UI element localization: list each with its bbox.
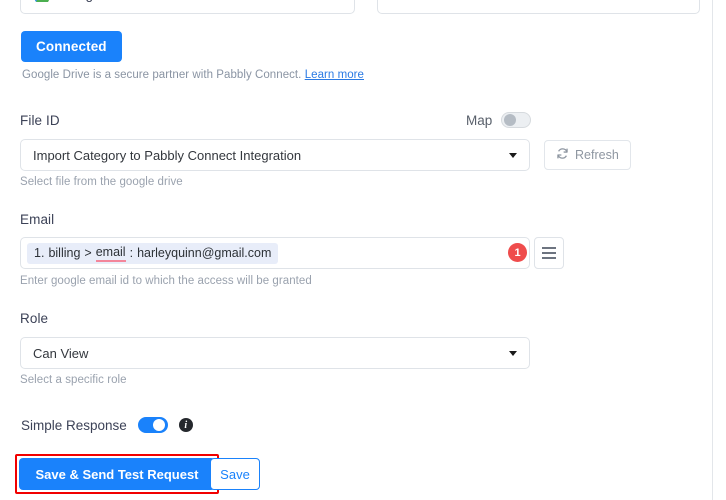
google-drive-icon — [33, 0, 51, 2]
token-key: email — [95, 245, 126, 262]
hamburger-icon — [542, 247, 556, 249]
simple-response-label: Simple Response — [21, 417, 127, 433]
simple-response-group: Simple Response i — [21, 417, 193, 433]
token-value: harleyquinn@gmail.com — [137, 246, 272, 260]
token-colon: : — [129, 246, 134, 260]
role-select-value: Can View — [33, 345, 89, 361]
email-label: Email — [20, 212, 55, 227]
map-label: Map — [466, 112, 493, 128]
app-action-row: Google Drive Share a File — [20, 0, 700, 14]
file-id-select-value: Import Category to Pabbly Connect Integr… — [33, 147, 302, 163]
learn-more-link[interactable]: Learn more — [305, 69, 364, 81]
app-select-value: Google Drive — [60, 0, 139, 2]
save-button[interactable]: Save — [210, 458, 260, 490]
token-source: billing — [48, 246, 81, 260]
email-count-badge: 1 — [508, 243, 527, 262]
map-toggle[interactable] — [501, 112, 532, 128]
action-event-value: Share a File — [390, 0, 463, 2]
role-label: Role — [20, 311, 49, 326]
action-event-select[interactable]: Share a File — [377, 0, 700, 14]
email-menu-button[interactable] — [534, 237, 564, 269]
simple-response-toggle[interactable] — [137, 417, 168, 433]
token-separator: > — [84, 246, 92, 260]
refresh-label: Refresh — [575, 148, 619, 162]
connected-button[interactable]: Connected — [21, 31, 122, 62]
save-and-send-test-request-button[interactable]: Save & Send Test Request — [19, 458, 215, 490]
file-id-select[interactable]: Import Category to Pabbly Connect Integr… — [20, 139, 530, 171]
token-index: 1. — [34, 246, 45, 260]
email-helper: Enter google email id to which the acces… — [20, 275, 312, 287]
map-toggle-knob — [504, 114, 517, 126]
file-id-helper: Select file from the google drive — [20, 176, 183, 188]
info-icon[interactable]: i — [178, 418, 193, 432]
role-select[interactable]: Can View — [20, 337, 530, 369]
page-right-border — [712, 0, 713, 500]
partner-note: Google Drive is a secure partner with Pa… — [22, 69, 364, 81]
map-toggle-group: Map — [466, 112, 532, 128]
hamburger-icon — [542, 252, 556, 254]
refresh-button[interactable]: Refresh — [544, 140, 631, 170]
role-helper: Select a specific role — [20, 374, 127, 386]
refresh-icon — [556, 147, 569, 163]
email-input[interactable]: 1. billing > email : harleyquinn@gmail.c… — [20, 237, 530, 269]
app-select[interactable]: Google Drive — [20, 0, 355, 14]
hamburger-icon — [542, 257, 556, 259]
partner-note-text: Google Drive is a secure partner with Pa… — [22, 69, 302, 81]
simple-response-toggle-knob — [152, 419, 165, 431]
chevron-down-icon — [509, 152, 517, 158]
pabbly-connect-action-panel: Google Drive Share a File Connected Goog… — [0, 0, 726, 500]
file-id-label: File ID — [20, 113, 60, 128]
email-token-chip[interactable]: 1. billing > email : harleyquinn@gmail.c… — [27, 242, 279, 264]
chevron-down-icon — [509, 350, 517, 356]
